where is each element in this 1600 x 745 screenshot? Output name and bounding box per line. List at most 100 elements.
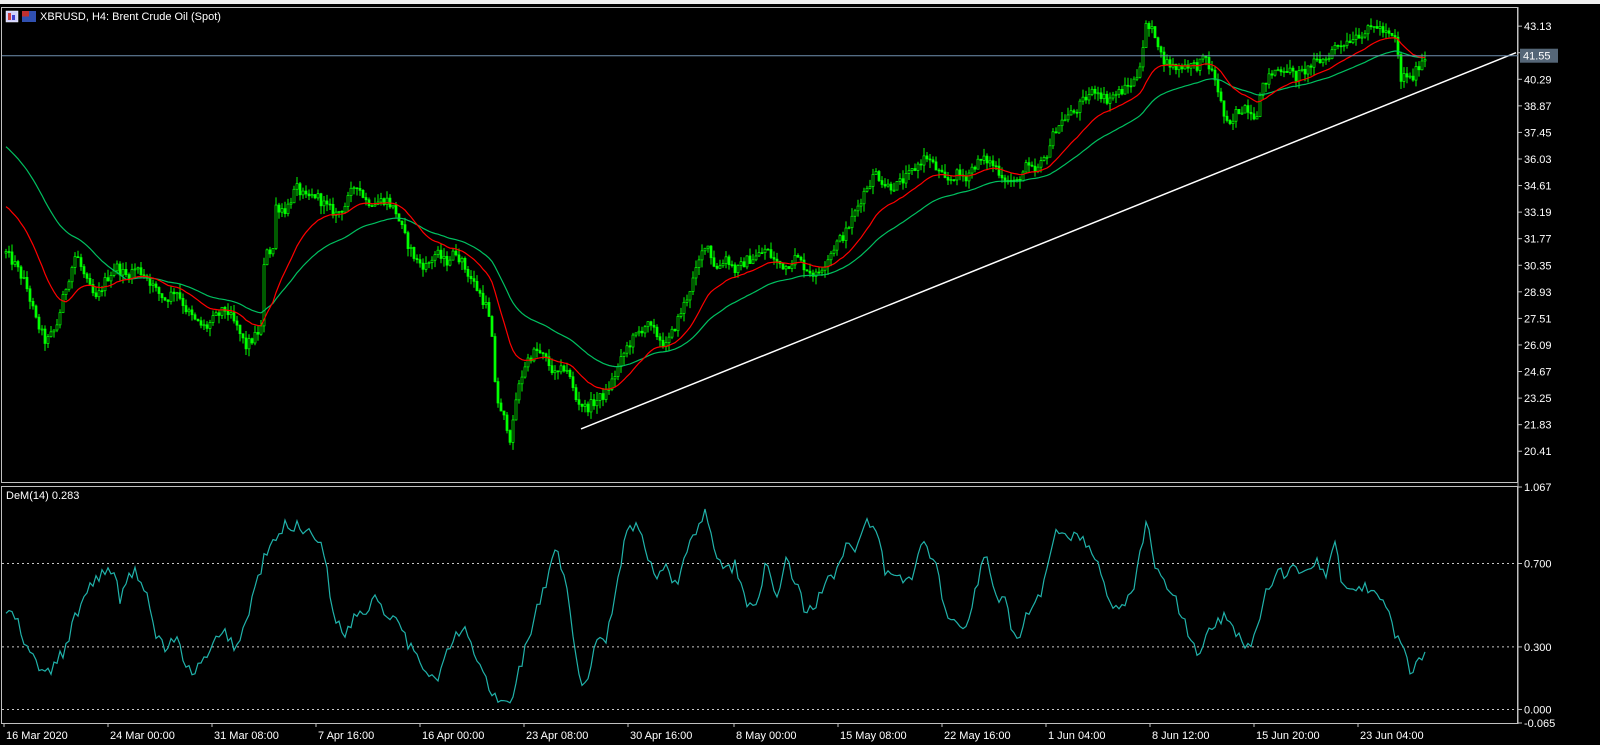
- candle-body: [1069, 110, 1073, 116]
- candle-body: [1387, 30, 1391, 34]
- candle-body: [631, 334, 635, 348]
- candle-body: [502, 410, 506, 416]
- chart-window-icon[interactable]: [5, 10, 19, 23]
- candle-body: [583, 403, 587, 407]
- dem-tick-label: 0.000: [1524, 704, 1552, 716]
- candle-body: [67, 281, 71, 290]
- candle-body: [985, 155, 989, 164]
- time-tick-label: 8 Jun 12:00: [1152, 730, 1210, 742]
- time-tick-label: 15 May 08:00: [840, 730, 907, 742]
- candle-body: [367, 199, 371, 206]
- candle-body: [322, 200, 326, 207]
- candle-body: [865, 187, 869, 192]
- time-tick-label: 22 May 16:00: [944, 730, 1011, 742]
- candle-body: [829, 252, 833, 261]
- candle-body: [925, 155, 929, 160]
- candle-body: [907, 170, 911, 174]
- time-tick-label: 16 Mar 2020: [6, 730, 68, 742]
- candle-body: [262, 264, 266, 327]
- candle-body: [139, 267, 143, 276]
- candle-body: [1114, 93, 1118, 96]
- candle-body: [1225, 115, 1229, 121]
- candle-body: [238, 324, 242, 335]
- price-tick-label: 34.61: [1524, 181, 1552, 193]
- candle-body: [295, 183, 299, 190]
- candle-body: [1357, 34, 1361, 39]
- candle-body: [733, 264, 737, 273]
- candle-body: [304, 190, 308, 195]
- candle-body: [670, 328, 674, 338]
- candle-body: [355, 187, 359, 190]
- candle-body: [370, 205, 374, 207]
- candle-body: [805, 269, 809, 272]
- candle-body: [1030, 164, 1034, 167]
- candle-body: [1141, 47, 1145, 68]
- candle-body: [250, 338, 254, 344]
- candle-body: [523, 366, 527, 378]
- candle-body: [373, 204, 377, 207]
- candle-body: [1282, 71, 1286, 73]
- candle-body: [817, 271, 821, 274]
- candle-body: [133, 268, 137, 271]
- candle-body: [1000, 174, 1004, 179]
- candle-body: [1243, 105, 1247, 114]
- candle-body: [253, 331, 257, 344]
- candle-body: [1312, 58, 1316, 68]
- candle-body: [757, 252, 761, 257]
- candle-body: [679, 313, 683, 317]
- candle-body: [886, 183, 890, 187]
- candle-body: [208, 322, 212, 329]
- candle-body: [415, 258, 419, 260]
- toolbar-strip: [0, 0, 1600, 4]
- candle-body: [43, 328, 47, 344]
- candle-body: [1090, 88, 1094, 95]
- candle-body: [226, 310, 230, 316]
- candle-body: [241, 333, 245, 339]
- candle-body: [1117, 89, 1121, 95]
- candle-body: [409, 247, 413, 249]
- flag-icon[interactable]: [22, 11, 36, 22]
- candle-body: [1237, 109, 1241, 115]
- candle-body: [625, 345, 629, 354]
- price-tick-label: 23.25: [1524, 393, 1552, 405]
- candle-body: [106, 277, 110, 282]
- candle-body: [937, 169, 941, 172]
- candle-body: [508, 430, 512, 443]
- candle-body: [883, 184, 887, 187]
- candle-body: [1321, 58, 1325, 64]
- candle-body: [1297, 70, 1301, 82]
- candle-body: [541, 352, 545, 355]
- candle-body: [988, 160, 992, 164]
- candle-body: [394, 204, 398, 215]
- candle-body: [76, 256, 80, 259]
- candle-body: [352, 187, 356, 190]
- candle-body: [718, 265, 722, 269]
- candle-body: [856, 205, 860, 212]
- candle-body: [553, 370, 557, 374]
- candle-body: [97, 290, 101, 298]
- candle-body: [1279, 69, 1283, 73]
- candle-body: [628, 345, 632, 348]
- candle-body: [637, 330, 641, 334]
- price-tick-label: 31.77: [1524, 234, 1552, 246]
- chart-background: [0, 0, 1600, 745]
- candle-body: [307, 193, 311, 197]
- candle-body: [52, 329, 56, 333]
- candle-body: [895, 181, 899, 191]
- candle-body: [22, 276, 26, 279]
- candle-body: [1348, 40, 1352, 43]
- candle-body: [400, 220, 404, 226]
- candle-body: [184, 305, 188, 313]
- candle-body: [748, 255, 752, 264]
- candle-body: [175, 292, 179, 295]
- chart-canvas[interactable]: XBRUSD, H4: Brent Crude Oil (Spot) DeM(1…: [0, 0, 1600, 745]
- candle-body: [736, 265, 740, 273]
- candle-body: [1078, 100, 1082, 113]
- candle-body: [1336, 45, 1340, 47]
- candle-body: [1216, 79, 1220, 93]
- candle-body: [385, 197, 389, 205]
- candle-body: [889, 183, 893, 191]
- candle-body: [832, 249, 836, 254]
- candle-body: [1108, 97, 1112, 104]
- candle-body: [973, 166, 977, 170]
